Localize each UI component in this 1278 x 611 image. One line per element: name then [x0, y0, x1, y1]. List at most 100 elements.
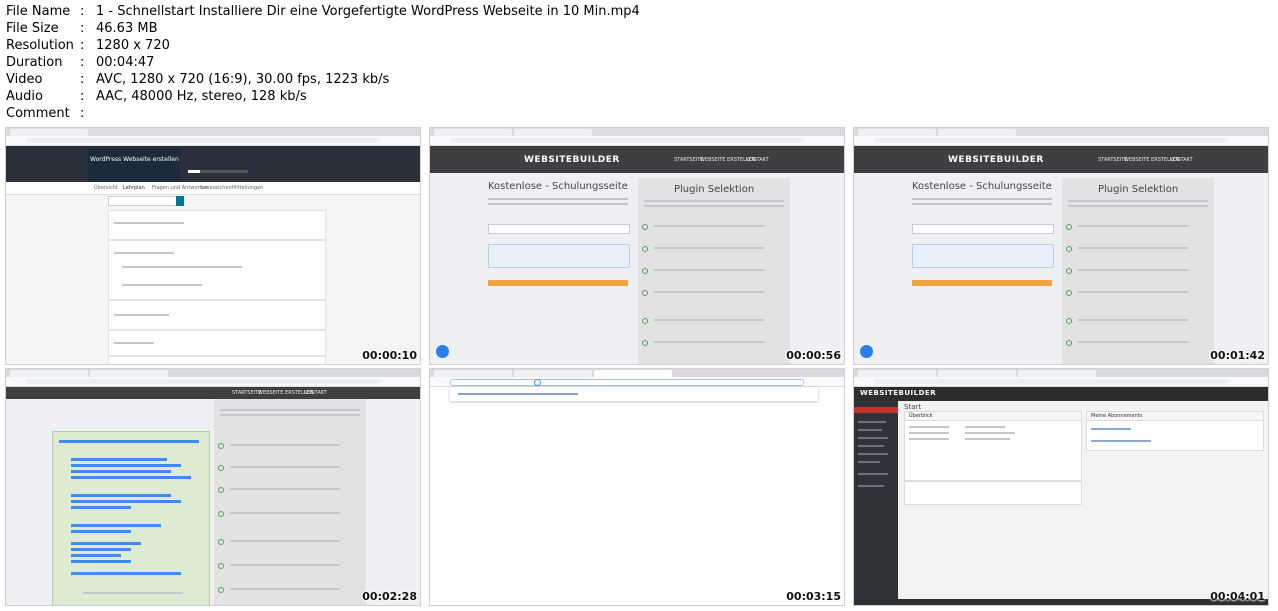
site-logo[interactable]: WEBSITEBUILDER [524, 155, 620, 165]
file-info-separator: : [80, 106, 85, 121]
overview-panel-title: Überblick [909, 413, 933, 419]
browser-tab-bar [854, 369, 1268, 377]
plugin-panel: Plugin Selektion [1062, 178, 1214, 364]
check-icon [1066, 224, 1072, 230]
check-icon [1066, 290, 1072, 296]
thumbnail-plugin-page[interactable]: WEBSITEBUILDER STARTSEITE WEBSEITE ERSTE… [854, 128, 1268, 364]
search-icon[interactable] [176, 196, 184, 206]
audio-value: AAC, 48000 Hz, stereo, 128 kb/s [96, 89, 307, 104]
sidebar-item-active[interactable] [854, 407, 898, 413]
info-box [488, 244, 630, 268]
thumbnail-timestamp: 00:00:10 [362, 349, 417, 362]
check-icon [642, 268, 648, 274]
submit-button[interactable] [912, 280, 1052, 286]
plugin-panel [214, 399, 366, 605]
submit-button[interactable] [488, 280, 628, 286]
site-header: STARTSEITE WEBSEITE ERSTELLEN KONTAKT [6, 387, 420, 399]
thumbnail-timestamp: 00:01:42 [1210, 349, 1265, 362]
progress-bar [188, 170, 248, 173]
address-suggestion-dropdown[interactable] [450, 387, 818, 401]
subscriptions-panel: Meine Abonnements [1086, 411, 1264, 451]
left-heading: Kostenlose - Schulungsseite [488, 181, 628, 192]
tab-overview[interactable]: Übersicht [94, 185, 118, 191]
file-info-key: Resolution [6, 38, 74, 53]
site-logo[interactable]: WEBSITEBUILDER [948, 155, 1044, 165]
nav-contact[interactable]: KONTAKT [1170, 157, 1193, 163]
form-input[interactable] [488, 224, 630, 234]
curriculum-list [108, 210, 326, 364]
site-header: WEBSITEBUILDER STARTSEITE WEBSEITE ERSTE… [430, 146, 844, 173]
file-info-key: Comment [6, 106, 70, 121]
thumbnail-timestamp: 00:04:01 [1210, 590, 1265, 603]
subscriptions-panel-title: Meine Abonnements [1091, 413, 1143, 419]
thumbnail-plugin-page[interactable]: WEBSITEBUILDER STARTSEITE WEBSEITE ERSTE… [430, 128, 844, 364]
check-icon [218, 587, 224, 593]
file-info-key: File Name [6, 4, 71, 19]
browser-address-bar [854, 377, 1268, 387]
thumbnail-timestamp: 00:00:56 [786, 349, 841, 362]
curriculum-search[interactable] [108, 196, 178, 206]
check-icon [218, 563, 224, 569]
browser-address-bar [430, 136, 844, 146]
thumbnail-timestamp: 00:03:15 [786, 590, 841, 603]
browser-address-bar [6, 377, 420, 387]
thumbnail-plugin-page-selected[interactable]: STARTSEITE WEBSEITE ERSTELLEN KONTAKT 00… [6, 369, 420, 605]
check-icon [1066, 318, 1072, 324]
check-icon [1066, 268, 1072, 274]
file-info: File Name : 1 - Schnellstart Installiere… [6, 3, 640, 122]
check-icon [642, 340, 648, 346]
file-name-value: 1 - Schnellstart Installiere Dir eine Vo… [96, 4, 640, 19]
browser-tab-bar [430, 369, 844, 377]
tab-qa[interactable]: Fragen und Antworten [152, 185, 208, 191]
tab-bookmarks[interactable]: Lesezeichen [201, 185, 232, 191]
nav-contact[interactable]: KONTAKT [304, 390, 327, 396]
dashboard-footer [854, 599, 1268, 605]
chat-icon[interactable] [436, 345, 449, 358]
overview-panel: Überblick [904, 411, 1082, 481]
check-icon [1066, 246, 1072, 252]
file-info-row: Resolution : 1280 x 720 [6, 37, 640, 54]
form-input[interactable] [912, 224, 1054, 234]
file-info-row: Video : AVC, 1280 x 720 (16:9), 30.00 fp… [6, 71, 640, 88]
site-logo[interactable]: WEBSITEBUILDER [860, 389, 936, 397]
thumbnail-course-page[interactable]: WordPress Webseite erstellen Übersicht L… [6, 128, 420, 364]
thumbnail-browser-new-tab[interactable]: 00:03:15 [430, 369, 844, 605]
selected-content-box [52, 431, 210, 605]
check-icon [642, 224, 648, 230]
chat-icon[interactable] [860, 345, 873, 358]
tab-curriculum[interactable]: Lehrplan [123, 185, 145, 191]
file-info-row: Comment : [6, 105, 640, 122]
video-value: AVC, 1280 x 720 (16:9), 30.00 fps, 1223 … [96, 72, 390, 87]
nav-contact[interactable]: KONTAKT [746, 157, 769, 163]
right-heading: Plugin Selektion [1098, 184, 1179, 195]
file-info-separator: : [80, 55, 85, 70]
file-info-key: File Size [6, 21, 59, 36]
plugin-panel: Plugin Selektion [638, 178, 790, 364]
course-tab-bar: Übersicht Lehrplan Fragen und Antworten … [6, 182, 420, 195]
file-info-separator: : [80, 4, 85, 19]
file-info-row: Audio : AAC, 48000 Hz, stereo, 128 kb/s [6, 88, 640, 105]
left-heading: Kostenlose - Schulungsseite [912, 181, 1052, 192]
file-info-row: File Name : 1 - Schnellstart Installiere… [6, 3, 640, 20]
check-icon [218, 465, 224, 471]
check-icon [218, 487, 224, 493]
overview-subpanel [904, 481, 1082, 505]
check-icon [642, 290, 648, 296]
browser-address-bar [6, 136, 420, 146]
browser-tab-bar [6, 369, 420, 377]
site-header: WEBSITEBUILDER STARTSEITE WEBSEITE ERSTE… [854, 146, 1268, 173]
course-banner-image [88, 148, 180, 182]
file-info-key: Video [6, 72, 43, 87]
file-info-separator: : [80, 38, 85, 53]
file-info-separator: : [80, 21, 85, 36]
course-banner: WordPress Webseite erstellen [6, 146, 420, 182]
thumbnail-dashboard[interactable]: WEBSITEBUILDER Start Überblick Meine Abo… [854, 369, 1268, 605]
loading-icon [534, 379, 541, 386]
duration-value: 00:04:47 [96, 55, 155, 70]
tab-announcements[interactable]: Mitteilungen [232, 185, 263, 191]
browser-address-bar[interactable] [430, 377, 844, 387]
browser-tab-bar [6, 128, 420, 136]
browser-tab-bar [854, 128, 1268, 136]
check-icon [642, 246, 648, 252]
file-info-separator: : [80, 72, 85, 87]
